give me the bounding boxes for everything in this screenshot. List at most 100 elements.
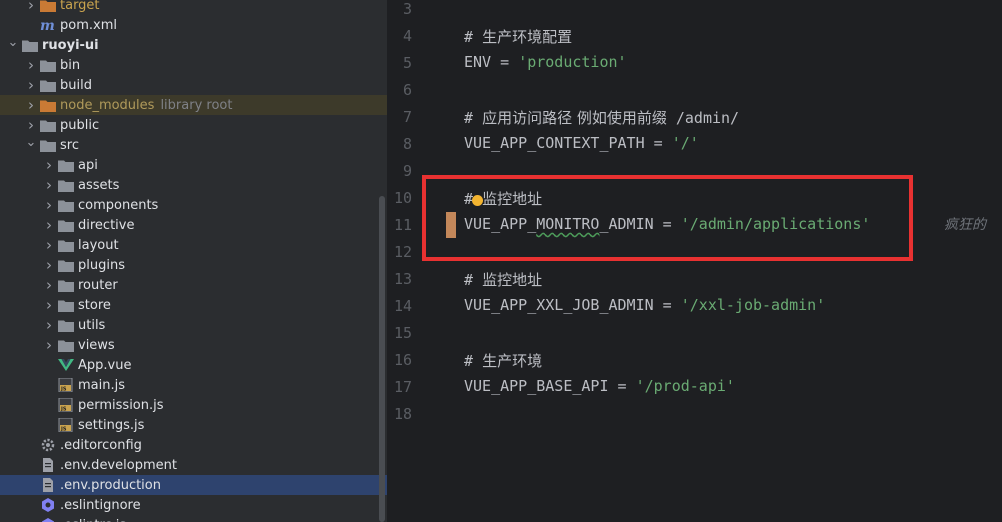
code-editor[interactable]: 3 4 # 生产环境配置 5 ENV = 'production' 6 7 # 应用访问路径 …: [388, 0, 1002, 522]
folder-icon: [58, 278, 74, 292]
tree-item[interactable]: › views: [0, 335, 387, 355]
maven-m-icon: m: [40, 18, 56, 32]
code-text: VUE_APP_BASE_API = '/prod-api': [464, 377, 735, 395]
tree-item-label: ruoyi-ui: [42, 37, 99, 53]
tree-item[interactable]: › router: [0, 275, 387, 295]
tree-item-label: layout: [78, 237, 119, 253]
tree-item[interactable]: ›.editorconfig: [0, 435, 387, 455]
svg-text:JS: JS: [60, 387, 67, 393]
svg-text:JS: JS: [60, 427, 67, 433]
folder-icon: [58, 298, 74, 312]
tree-item-label: node_modules: [60, 97, 155, 113]
code-token: '/xxl-job-admin': [680, 296, 826, 314]
code-line[interactable]: 17 VUE_APP_BASE_API = '/prod-api': [388, 374, 1002, 401]
tree-item[interactable]: ›mpom.xml: [0, 15, 387, 35]
code-token: /admin/: [666, 109, 740, 127]
code-line[interactable]: 8 VUE_APP_CONTEXT_PATH = '/': [388, 131, 1002, 158]
code-line[interactable]: 15: [388, 320, 1002, 347]
tree-item-label: components: [78, 197, 159, 213]
chevron-right-icon[interactable]: ›: [24, 96, 38, 114]
chevron-right-icon[interactable]: ›: [24, 116, 38, 134]
code-token: 应用访问路径 例如使用前缀: [482, 109, 667, 127]
folder-icon: [58, 158, 74, 172]
project-tree[interactable]: ›target›mpom.xml⌄ruoyi-ui›bin›build›node…: [0, 0, 387, 522]
chevron-right-icon[interactable]: ›: [42, 236, 56, 254]
code-token: 生产环境: [482, 352, 543, 370]
code-line[interactable]: 13 # 监控地址: [388, 266, 1002, 293]
tree-item[interactable]: › bin: [0, 55, 387, 75]
tree-item-label: .editorconfig: [60, 437, 142, 453]
tree-item-hint: library root: [160, 97, 233, 113]
chevron-right-icon[interactable]: ›: [42, 196, 56, 214]
code-line[interactable]: 14 VUE_APP_XXL_JOB_ADMIN = '/xxl-job-admi…: [388, 293, 1002, 320]
chevron-right-icon[interactable]: ›: [42, 276, 56, 294]
tree-item[interactable]: › components: [0, 195, 387, 215]
code-text: # 应用访问路径 例如使用前缀 /admin/: [464, 107, 739, 128]
tree-item[interactable]: ›.eslintrc.js: [0, 515, 387, 522]
tree-item[interactable]: › utils: [0, 315, 387, 335]
code-text: # 生产环境: [464, 350, 542, 371]
tree-item[interactable]: › target: [0, 0, 387, 15]
tree-item-label: directive: [78, 217, 135, 233]
folder-orange-icon: [40, 0, 56, 12]
code-token: VUE_APP_XXL_JOB_ADMIN =: [464, 296, 681, 314]
folder-icon: [58, 338, 74, 352]
line-number: 12: [393, 243, 412, 261]
tree-item[interactable]: › plugins: [0, 255, 387, 275]
code-line[interactable]: 4 # 生产环境配置: [388, 23, 1002, 50]
code-line[interactable]: 16 # 生产环境: [388, 347, 1002, 374]
tree-item[interactable]: › store: [0, 295, 387, 315]
chevron-right-icon[interactable]: ›: [24, 76, 38, 94]
tree-item-label: build: [60, 77, 92, 93]
code-line[interactable]: 7 # 应用访问路径 例如使用前缀 /admin/: [388, 104, 1002, 131]
text-file-icon: [40, 478, 56, 492]
tree-item-label: main.js: [78, 377, 125, 393]
code-token: ENV =: [464, 53, 519, 71]
code-token: 监控地址: [482, 271, 543, 289]
tree-item[interactable]: ›JSmain.js: [0, 375, 387, 395]
tree-item[interactable]: › directive: [0, 215, 387, 235]
tree-item[interactable]: ›App.vue: [0, 355, 387, 375]
line-number: 10: [393, 189, 412, 207]
tree-item[interactable]: › assets: [0, 175, 387, 195]
chevron-down-icon[interactable]: ⌄: [24, 135, 38, 150]
tree-item[interactable]: ›JSpermission.js: [0, 395, 387, 415]
tree-item[interactable]: › public: [0, 115, 387, 135]
code-line[interactable]: 18: [388, 401, 1002, 428]
code-token: '/prod-api': [635, 377, 735, 395]
tree-item[interactable]: ›JSsettings.js: [0, 415, 387, 435]
chevron-right-icon[interactable]: ›: [42, 156, 56, 174]
tree-item[interactable]: ›.env.development: [0, 455, 387, 475]
tree-item-label: src: [60, 137, 79, 153]
tree-item[interactable]: ⌄ ruoyi-ui: [0, 35, 387, 55]
tree-item-label: assets: [78, 177, 120, 193]
code-line[interactable]: 3: [388, 0, 1002, 23]
code-token: 生产环境配置: [482, 28, 573, 46]
tree-item[interactable]: ›.env.production: [0, 475, 387, 495]
code-token: #: [464, 352, 483, 370]
chevron-right-icon[interactable]: ›: [42, 216, 56, 234]
tree-item[interactable]: ›.eslintignore: [0, 495, 387, 515]
chevron-right-icon[interactable]: ›: [42, 256, 56, 274]
chevron-right-icon[interactable]: ›: [42, 176, 56, 194]
chevron-right-icon[interactable]: ›: [24, 0, 38, 14]
project-tree-scrollbar[interactable]: [379, 196, 385, 522]
tree-item[interactable]: › node_modules library root: [0, 95, 387, 115]
line-number: 7: [402, 108, 412, 126]
chevron-right-icon[interactable]: ›: [42, 296, 56, 314]
code-token: '/': [671, 134, 699, 152]
chevron-right-icon[interactable]: ›: [24, 56, 38, 74]
tree-item[interactable]: ⌄ src: [0, 135, 387, 155]
chevron-right-icon[interactable]: ›: [42, 316, 56, 334]
chevron-right-icon[interactable]: ›: [42, 336, 56, 354]
svg-text:m: m: [40, 18, 55, 32]
chevron-down-icon[interactable]: ⌄: [6, 35, 20, 50]
text-file-icon: [40, 458, 56, 472]
tree-item[interactable]: › api: [0, 155, 387, 175]
code-text: ENV = 'production': [464, 53, 627, 71]
tree-item[interactable]: › layout: [0, 235, 387, 255]
folder-icon: [40, 78, 56, 92]
tree-item[interactable]: › build: [0, 75, 387, 95]
code-line[interactable]: 6: [388, 77, 1002, 104]
code-line[interactable]: 5 ENV = 'production': [388, 50, 1002, 77]
